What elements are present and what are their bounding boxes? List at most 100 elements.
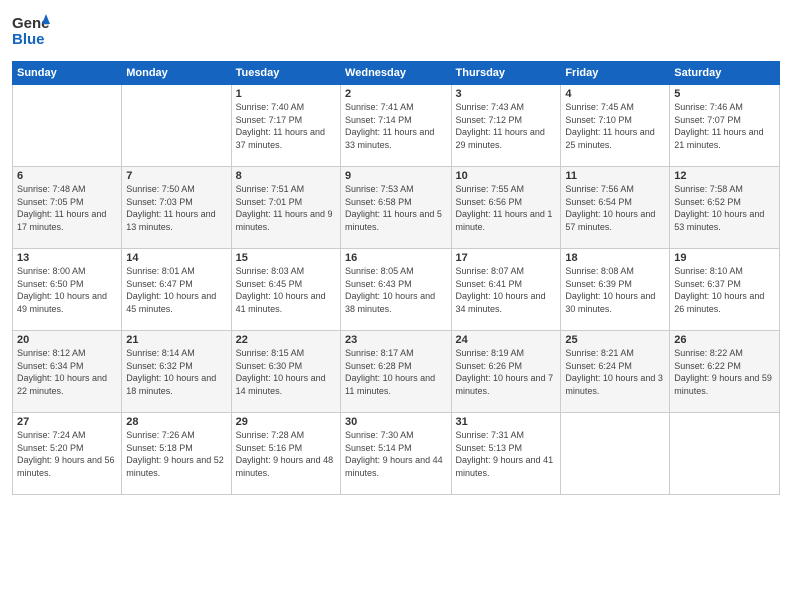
calendar-cell: 16Sunrise: 8:05 AMSunset: 6:43 PMDayligh… <box>341 249 451 331</box>
calendar-cell <box>122 85 231 167</box>
calendar-cell: 7Sunrise: 7:50 AMSunset: 7:03 PMDaylight… <box>122 167 231 249</box>
day-info: Sunrise: 7:43 AMSunset: 7:12 PMDaylight:… <box>456 101 557 151</box>
day-info: Sunrise: 7:24 AMSunset: 5:20 PMDaylight:… <box>17 429 117 479</box>
day-info: Sunrise: 7:48 AMSunset: 7:05 PMDaylight:… <box>17 183 117 233</box>
day-info: Sunrise: 7:45 AMSunset: 7:10 PMDaylight:… <box>565 101 665 151</box>
day-number: 1 <box>236 88 336 100</box>
day-number: 24 <box>456 334 557 346</box>
day-number: 14 <box>126 252 226 264</box>
calendar-cell: 10Sunrise: 7:55 AMSunset: 6:56 PMDayligh… <box>451 167 561 249</box>
day-header-friday: Friday <box>561 62 670 85</box>
calendar-cell: 9Sunrise: 7:53 AMSunset: 6:58 PMDaylight… <box>341 167 451 249</box>
day-info: Sunrise: 7:53 AMSunset: 6:58 PMDaylight:… <box>345 183 446 233</box>
week-row-5: 27Sunrise: 7:24 AMSunset: 5:20 PMDayligh… <box>13 413 780 495</box>
day-number: 6 <box>17 170 117 182</box>
day-info: Sunrise: 8:19 AMSunset: 6:26 PMDaylight:… <box>456 347 557 397</box>
day-number: 29 <box>236 416 336 428</box>
calendar-cell: 5Sunrise: 7:46 AMSunset: 7:07 PMDaylight… <box>670 85 780 167</box>
day-number: 26 <box>674 334 775 346</box>
calendar-table: SundayMondayTuesdayWednesdayThursdayFrid… <box>12 61 780 495</box>
day-number: 4 <box>565 88 665 100</box>
week-row-2: 6Sunrise: 7:48 AMSunset: 7:05 PMDaylight… <box>13 167 780 249</box>
day-number: 16 <box>345 252 446 264</box>
day-info: Sunrise: 7:51 AMSunset: 7:01 PMDaylight:… <box>236 183 336 233</box>
calendar-cell: 12Sunrise: 7:58 AMSunset: 6:52 PMDayligh… <box>670 167 780 249</box>
day-info: Sunrise: 7:46 AMSunset: 7:07 PMDaylight:… <box>674 101 775 151</box>
day-number: 28 <box>126 416 226 428</box>
day-header-monday: Monday <box>122 62 231 85</box>
day-number: 10 <box>456 170 557 182</box>
days-header-row: SundayMondayTuesdayWednesdayThursdayFrid… <box>13 62 780 85</box>
day-number: 12 <box>674 170 775 182</box>
calendar-cell: 31Sunrise: 7:31 AMSunset: 5:13 PMDayligh… <box>451 413 561 495</box>
calendar-cell: 23Sunrise: 8:17 AMSunset: 6:28 PMDayligh… <box>341 331 451 413</box>
day-info: Sunrise: 7:41 AMSunset: 7:14 PMDaylight:… <box>345 101 446 151</box>
day-info: Sunrise: 8:17 AMSunset: 6:28 PMDaylight:… <box>345 347 446 397</box>
calendar-cell <box>13 85 122 167</box>
header: General Blue <box>12 10 780 55</box>
day-header-thursday: Thursday <box>451 62 561 85</box>
day-info: Sunrise: 7:50 AMSunset: 7:03 PMDaylight:… <box>126 183 226 233</box>
day-number: 25 <box>565 334 665 346</box>
calendar-cell: 24Sunrise: 8:19 AMSunset: 6:26 PMDayligh… <box>451 331 561 413</box>
day-number: 15 <box>236 252 336 264</box>
calendar-cell: 2Sunrise: 7:41 AMSunset: 7:14 PMDaylight… <box>341 85 451 167</box>
calendar-cell: 25Sunrise: 8:21 AMSunset: 6:24 PMDayligh… <box>561 331 670 413</box>
day-info: Sunrise: 8:21 AMSunset: 6:24 PMDaylight:… <box>565 347 665 397</box>
day-info: Sunrise: 8:12 AMSunset: 6:34 PMDaylight:… <box>17 347 117 397</box>
calendar-cell: 6Sunrise: 7:48 AMSunset: 7:05 PMDaylight… <box>13 167 122 249</box>
day-number: 9 <box>345 170 446 182</box>
calendar-cell <box>561 413 670 495</box>
day-number: 23 <box>345 334 446 346</box>
week-row-3: 13Sunrise: 8:00 AMSunset: 6:50 PMDayligh… <box>13 249 780 331</box>
day-info: Sunrise: 8:14 AMSunset: 6:32 PMDaylight:… <box>126 347 226 397</box>
day-number: 8 <box>236 170 336 182</box>
day-number: 7 <box>126 170 226 182</box>
calendar-cell: 17Sunrise: 8:07 AMSunset: 6:41 PMDayligh… <box>451 249 561 331</box>
calendar-cell: 11Sunrise: 7:56 AMSunset: 6:54 PMDayligh… <box>561 167 670 249</box>
day-info: Sunrise: 7:58 AMSunset: 6:52 PMDaylight:… <box>674 183 775 233</box>
calendar-cell: 15Sunrise: 8:03 AMSunset: 6:45 PMDayligh… <box>231 249 340 331</box>
day-number: 21 <box>126 334 226 346</box>
day-number: 17 <box>456 252 557 264</box>
day-number: 27 <box>17 416 117 428</box>
day-info: Sunrise: 7:31 AMSunset: 5:13 PMDaylight:… <box>456 429 557 479</box>
day-info: Sunrise: 8:03 AMSunset: 6:45 PMDaylight:… <box>236 265 336 315</box>
day-info: Sunrise: 7:56 AMSunset: 6:54 PMDaylight:… <box>565 183 665 233</box>
calendar-cell: 29Sunrise: 7:28 AMSunset: 5:16 PMDayligh… <box>231 413 340 495</box>
day-number: 13 <box>17 252 117 264</box>
calendar-cell: 28Sunrise: 7:26 AMSunset: 5:18 PMDayligh… <box>122 413 231 495</box>
day-number: 30 <box>345 416 446 428</box>
page: General Blue SundayMondayTuesdayWednesda… <box>0 0 792 505</box>
day-header-sunday: Sunday <box>13 62 122 85</box>
calendar-cell: 18Sunrise: 8:08 AMSunset: 6:39 PMDayligh… <box>561 249 670 331</box>
day-info: Sunrise: 8:15 AMSunset: 6:30 PMDaylight:… <box>236 347 336 397</box>
day-info: Sunrise: 7:55 AMSunset: 6:56 PMDaylight:… <box>456 183 557 233</box>
week-row-4: 20Sunrise: 8:12 AMSunset: 6:34 PMDayligh… <box>13 331 780 413</box>
calendar-cell: 4Sunrise: 7:45 AMSunset: 7:10 PMDaylight… <box>561 85 670 167</box>
day-number: 5 <box>674 88 775 100</box>
calendar-cell: 3Sunrise: 7:43 AMSunset: 7:12 PMDaylight… <box>451 85 561 167</box>
svg-text:Blue: Blue <box>12 31 45 48</box>
logo-icon: General Blue <box>12 10 50 50</box>
calendar-cell: 20Sunrise: 8:12 AMSunset: 6:34 PMDayligh… <box>13 331 122 413</box>
day-info: Sunrise: 8:10 AMSunset: 6:37 PMDaylight:… <box>674 265 775 315</box>
day-number: 18 <box>565 252 665 264</box>
day-info: Sunrise: 7:26 AMSunset: 5:18 PMDaylight:… <box>126 429 226 479</box>
day-info: Sunrise: 8:00 AMSunset: 6:50 PMDaylight:… <box>17 265 117 315</box>
day-number: 3 <box>456 88 557 100</box>
day-info: Sunrise: 8:07 AMSunset: 6:41 PMDaylight:… <box>456 265 557 315</box>
day-number: 2 <box>345 88 446 100</box>
calendar-cell: 8Sunrise: 7:51 AMSunset: 7:01 PMDaylight… <box>231 167 340 249</box>
week-row-1: 1Sunrise: 7:40 AMSunset: 7:17 PMDaylight… <box>13 85 780 167</box>
day-header-tuesday: Tuesday <box>231 62 340 85</box>
calendar-cell: 14Sunrise: 8:01 AMSunset: 6:47 PMDayligh… <box>122 249 231 331</box>
calendar-cell: 19Sunrise: 8:10 AMSunset: 6:37 PMDayligh… <box>670 249 780 331</box>
day-info: Sunrise: 8:05 AMSunset: 6:43 PMDaylight:… <box>345 265 446 315</box>
calendar-cell: 22Sunrise: 8:15 AMSunset: 6:30 PMDayligh… <box>231 331 340 413</box>
day-info: Sunrise: 7:40 AMSunset: 7:17 PMDaylight:… <box>236 101 336 151</box>
calendar-cell: 1Sunrise: 7:40 AMSunset: 7:17 PMDaylight… <box>231 85 340 167</box>
calendar-cell <box>670 413 780 495</box>
day-info: Sunrise: 7:30 AMSunset: 5:14 PMDaylight:… <box>345 429 446 479</box>
day-header-wednesday: Wednesday <box>341 62 451 85</box>
